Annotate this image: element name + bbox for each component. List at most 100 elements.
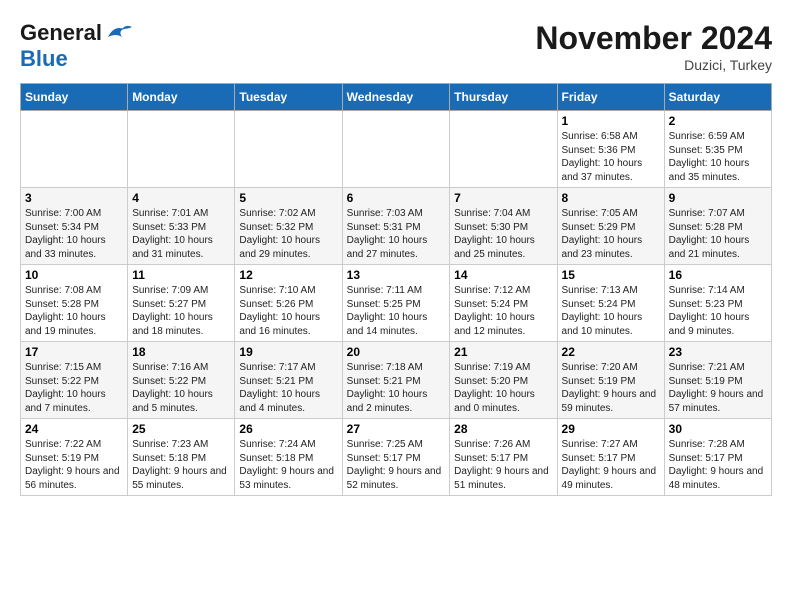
calendar-cell (235, 111, 342, 188)
calendar-cell: 30 Sunrise: 7:28 AM Sunset: 5:17 PM Dayli… (664, 419, 771, 496)
day-number: 8 (562, 191, 660, 205)
day-number: 16 (669, 268, 767, 282)
header-friday: Friday (557, 84, 664, 111)
day-info: Sunrise: 7:17 AM Sunset: 5:21 PM Dayligh… (239, 361, 337, 415)
calendar-cell: 4 Sunrise: 7:01 AM Sunset: 5:33 PM Daylig… (128, 188, 235, 265)
header-saturday: Saturday (664, 84, 771, 111)
logo-bird-icon (104, 23, 132, 45)
day-number: 5 (239, 191, 337, 205)
header-monday: Monday (128, 84, 235, 111)
calendar-week-row: 17 Sunrise: 7:15 AM Sunset: 5:22 PM Dayli… (21, 342, 772, 419)
calendar-cell: 17 Sunrise: 7:15 AM Sunset: 5:22 PM Dayli… (21, 342, 128, 419)
calendar-cell: 25 Sunrise: 7:23 AM Sunset: 5:18 PM Dayli… (128, 419, 235, 496)
day-info: Sunrise: 6:59 AM Sunset: 5:35 PM Dayligh… (669, 130, 767, 184)
calendar-cell: 23Sunrise: 7:21 AM Sunset: 5:19 PM Dayli… (664, 342, 771, 419)
day-info: Sunrise: 7:22 AM Sunset: 5:19 PM Dayligh… (25, 438, 123, 492)
day-info: Sunrise: 6:58 AM Sunset: 5:36 PM Dayligh… (562, 130, 660, 184)
day-number: 29 (562, 422, 660, 436)
page-header: General Blue November 2024 Duzici, Turke… (20, 20, 772, 73)
day-number: 19 (239, 345, 337, 359)
calendar-cell: 18Sunrise: 7:16 AM Sunset: 5:22 PM Dayli… (128, 342, 235, 419)
calendar-week-row: 3 Sunrise: 7:00 AM Sunset: 5:34 PM Daylig… (21, 188, 772, 265)
calendar-cell (342, 111, 450, 188)
day-number: 21 (454, 345, 552, 359)
day-info: Sunrise: 7:26 AM Sunset: 5:17 PM Dayligh… (454, 438, 552, 492)
calendar-cell: 26 Sunrise: 7:24 AM Sunset: 5:18 PM Dayli… (235, 419, 342, 496)
day-info: Sunrise: 7:18 AM Sunset: 5:21 PM Dayligh… (347, 361, 446, 415)
calendar-cell: 19 Sunrise: 7:17 AM Sunset: 5:21 PM Dayli… (235, 342, 342, 419)
calendar-cell: 12Sunrise: 7:10 AM Sunset: 5:26 PM Dayli… (235, 265, 342, 342)
day-number: 4 (132, 191, 230, 205)
location: Duzici, Turkey (535, 57, 772, 73)
day-info: Sunrise: 7:02 AM Sunset: 5:32 PM Dayligh… (239, 207, 337, 261)
day-number: 2 (669, 114, 767, 128)
day-info: Sunrise: 7:09 AM Sunset: 5:27 PM Dayligh… (132, 284, 230, 338)
calendar-cell: 24 Sunrise: 7:22 AM Sunset: 5:19 PM Dayli… (21, 419, 128, 496)
day-info: Sunrise: 7:03 AM Sunset: 5:31 PM Dayligh… (347, 207, 446, 261)
calendar-cell: 11Sunrise: 7:09 AM Sunset: 5:27 PM Dayli… (128, 265, 235, 342)
day-number: 15 (562, 268, 660, 282)
day-number: 25 (132, 422, 230, 436)
calendar-cell: 3 Sunrise: 7:00 AM Sunset: 5:34 PM Daylig… (21, 188, 128, 265)
day-info: Sunrise: 7:08 AM Sunset: 5:28 PM Dayligh… (25, 284, 123, 338)
calendar-cell: 8 Sunrise: 7:05 AM Sunset: 5:29 PM Daylig… (557, 188, 664, 265)
day-info: Sunrise: 7:16 AM Sunset: 5:22 PM Dayligh… (132, 361, 230, 415)
day-number: 17 (25, 345, 123, 359)
day-number: 7 (454, 191, 552, 205)
day-number: 28 (454, 422, 552, 436)
day-info: Sunrise: 7:00 AM Sunset: 5:34 PM Dayligh… (25, 207, 123, 261)
header-wednesday: Wednesday (342, 84, 450, 111)
header-thursday: Thursday (450, 84, 557, 111)
calendar-cell: 6 Sunrise: 7:03 AM Sunset: 5:31 PM Daylig… (342, 188, 450, 265)
day-number: 30 (669, 422, 767, 436)
day-info: Sunrise: 7:15 AM Sunset: 5:22 PM Dayligh… (25, 361, 123, 415)
day-info: Sunrise: 7:07 AM Sunset: 5:28 PM Dayligh… (669, 207, 767, 261)
day-info: Sunrise: 7:01 AM Sunset: 5:33 PM Dayligh… (132, 207, 230, 261)
day-number: 1 (562, 114, 660, 128)
calendar-cell: 29Sunrise: 7:27 AM Sunset: 5:17 PM Dayli… (557, 419, 664, 496)
day-number: 24 (25, 422, 123, 436)
calendar-table: Sunday Monday Tuesday Wednesday Thursday… (20, 83, 772, 496)
calendar-cell: 13 Sunrise: 7:11 AM Sunset: 5:25 PM Dayli… (342, 265, 450, 342)
day-number: 10 (25, 268, 123, 282)
calendar-cell: 22Sunrise: 7:20 AM Sunset: 5:19 PM Dayli… (557, 342, 664, 419)
day-info: Sunrise: 7:19 AM Sunset: 5:20 PM Dayligh… (454, 361, 552, 415)
calendar-cell: 9 Sunrise: 7:07 AM Sunset: 5:28 PM Daylig… (664, 188, 771, 265)
logo-text: General (20, 20, 132, 46)
calendar-cell: 1 Sunrise: 6:58 AM Sunset: 5:36 PM Daylig… (557, 111, 664, 188)
calendar-cell: 16Sunrise: 7:14 AM Sunset: 5:23 PM Dayli… (664, 265, 771, 342)
day-number: 23 (669, 345, 767, 359)
day-info: Sunrise: 7:23 AM Sunset: 5:18 PM Dayligh… (132, 438, 230, 492)
day-info: Sunrise: 7:10 AM Sunset: 5:26 PM Dayligh… (239, 284, 337, 338)
day-info: Sunrise: 7:12 AM Sunset: 5:24 PM Dayligh… (454, 284, 552, 338)
day-number: 6 (347, 191, 446, 205)
calendar-header-row: Sunday Monday Tuesday Wednesday Thursday… (21, 84, 772, 111)
day-number: 9 (669, 191, 767, 205)
calendar-cell: 27Sunrise: 7:25 AM Sunset: 5:17 PM Dayli… (342, 419, 450, 496)
day-info: Sunrise: 7:24 AM Sunset: 5:18 PM Dayligh… (239, 438, 337, 492)
title-area: November 2024 Duzici, Turkey (535, 20, 772, 73)
day-number: 3 (25, 191, 123, 205)
day-info: Sunrise: 7:04 AM Sunset: 5:30 PM Dayligh… (454, 207, 552, 261)
day-info: Sunrise: 7:20 AM Sunset: 5:19 PM Dayligh… (562, 361, 660, 415)
calendar-cell: 21 Sunrise: 7:19 AM Sunset: 5:20 PM Dayli… (450, 342, 557, 419)
day-info: Sunrise: 7:13 AM Sunset: 5:24 PM Dayligh… (562, 284, 660, 338)
calendar-week-row: 24 Sunrise: 7:22 AM Sunset: 5:19 PM Dayli… (21, 419, 772, 496)
header-tuesday: Tuesday (235, 84, 342, 111)
calendar-cell: 10 Sunrise: 7:08 AM Sunset: 5:28 PM Dayli… (21, 265, 128, 342)
day-number: 26 (239, 422, 337, 436)
logo: General Blue (20, 20, 132, 72)
month-title: November 2024 (535, 20, 772, 57)
calendar-cell: 15 Sunrise: 7:13 AM Sunset: 5:24 PM Dayli… (557, 265, 664, 342)
day-info: Sunrise: 7:25 AM Sunset: 5:17 PM Dayligh… (347, 438, 446, 492)
day-info: Sunrise: 7:11 AM Sunset: 5:25 PM Dayligh… (347, 284, 446, 338)
calendar-cell (21, 111, 128, 188)
calendar-week-row: 1 Sunrise: 6:58 AM Sunset: 5:36 PM Daylig… (21, 111, 772, 188)
calendar-cell: 2 Sunrise: 6:59 AM Sunset: 5:35 PM Daylig… (664, 111, 771, 188)
day-number: 13 (347, 268, 446, 282)
day-info: Sunrise: 7:05 AM Sunset: 5:29 PM Dayligh… (562, 207, 660, 261)
day-info: Sunrise: 7:28 AM Sunset: 5:17 PM Dayligh… (669, 438, 767, 492)
calendar-cell: 28 Sunrise: 7:26 AM Sunset: 5:17 PM Dayli… (450, 419, 557, 496)
calendar-cell: 5 Sunrise: 7:02 AM Sunset: 5:32 PM Daylig… (235, 188, 342, 265)
calendar-cell: 7 Sunrise: 7:04 AM Sunset: 5:30 PM Daylig… (450, 188, 557, 265)
